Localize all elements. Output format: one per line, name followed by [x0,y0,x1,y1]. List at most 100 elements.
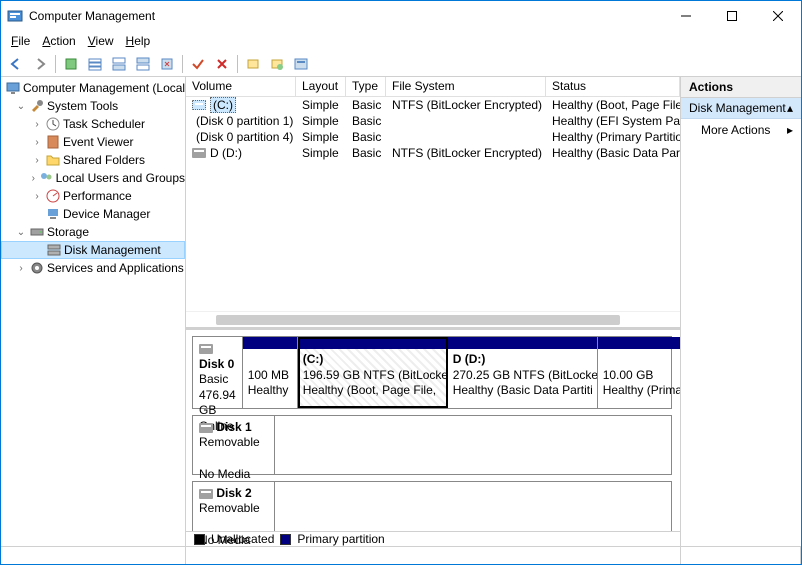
col-status[interactable]: Status [546,77,680,96]
partition-bar [243,337,297,349]
menu-bar: File Action View Help [1,31,801,51]
legend-label: Unallocated [211,532,274,546]
refresh-button[interactable] [60,53,82,75]
view-bottom-button[interactable] [132,53,154,75]
tree-device-manager[interactable]: Device Manager [1,205,185,223]
expand-icon[interactable]: › [15,263,27,274]
expand-icon[interactable]: › [31,155,43,166]
menu-action[interactable]: Action [36,32,81,50]
partition[interactable]: 100 MBHealthy [243,337,298,408]
tree-services[interactable]: › Services and Applications [1,259,185,277]
perf-icon [45,188,61,204]
volume-row[interactable]: (Disk 0 partition 1) Simple Basic Health… [186,113,680,129]
legend-swatch-unallocated [194,534,205,545]
col-type[interactable]: Type [346,77,386,96]
book-icon [45,134,61,150]
close-button[interactable] [755,1,801,31]
disk-empty [275,482,671,531]
delete-button[interactable] [211,53,233,75]
actions-pane: Actions Disk Management ▴ More Actions ▸ [681,77,801,546]
computer-icon [5,80,21,96]
expand-icon[interactable]: › [31,191,43,202]
partition-bar [598,337,680,349]
status-bar [1,546,801,564]
tree-shared-folders[interactable]: › Shared Folders [1,151,185,169]
tree-task-scheduler[interactable]: › Task Scheduler [1,115,185,133]
disk-icon [46,242,62,258]
view-top-button[interactable] [108,53,130,75]
disk-icon [199,344,213,354]
window-root: Computer Management File Action View Hel… [0,0,802,565]
disk-row: Disk 0 Basic 476.94 GB Online 100 MBHeal… [192,336,672,409]
tree-system-tools[interactable]: ⌄ System Tools [1,97,185,115]
minimize-button[interactable] [663,1,709,31]
volume-list: (C:) Simple Basic NTFS (BitLocker Encryp… [186,97,680,327]
legend-swatch-primary [280,534,291,545]
col-volume[interactable]: Volume [186,77,296,96]
tree-root[interactable]: Computer Management (Local [1,79,185,97]
nav-tree: Computer Management (Local ⌄ System Tool… [1,77,186,546]
disk-label[interactable]: Disk 1 Removable No Media [193,416,275,474]
partition-c[interactable]: (C:)196.59 GB NTFS (BitLockeHealthy (Boo… [298,337,448,408]
window-title: Computer Management [29,9,663,23]
menu-help[interactable]: Help [120,32,157,50]
disk-empty [275,416,671,474]
partition-d[interactable]: D (D:)270.25 GB NTFS (BitLockeHealthy (B… [448,337,598,408]
expand-icon[interactable]: › [31,137,43,148]
maximize-button[interactable] [709,1,755,31]
tree-performance[interactable]: › Performance [1,187,185,205]
disk-label[interactable]: Disk 2 Removable No Media [193,482,275,531]
actions-node[interactable]: Disk Management ▴ [681,98,801,119]
partition[interactable]: 10.00 GBHealthy (Primary P [598,337,680,408]
volume-row[interactable]: (Disk 0 partition 4) Simple Basic Health… [186,129,680,145]
expand-icon[interactable]: › [31,119,43,130]
settings-button[interactable] [156,53,178,75]
expand-icon[interactable]: ⌄ [15,227,27,238]
tree-local-users[interactable]: › Local Users and Groups [1,169,185,187]
expand-icon[interactable]: ⌄ [15,101,27,112]
collapse-icon: ▴ [787,101,793,115]
toolbar-separator [237,55,238,73]
drive-icon [192,148,206,158]
main-area: Computer Management (Local ⌄ System Tool… [1,77,801,546]
clock-icon [45,116,61,132]
properties-button[interactable] [266,53,288,75]
nav-forward-button[interactable] [29,53,51,75]
volume-header: Volume Layout Type File System Status [186,77,680,97]
disk-row: Disk 2 Removable No Media [192,481,672,531]
nav-back-button[interactable] [5,53,27,75]
help-button[interactable] [290,53,312,75]
tree-storage[interactable]: ⌄ Storage [1,223,185,241]
title-bar: Computer Management [1,1,801,31]
col-fs[interactable]: File System [386,77,546,96]
toolbar [1,51,801,77]
tools-icon [29,98,45,114]
expand-icon[interactable]: › [31,173,36,184]
device-icon [45,206,61,222]
col-layout[interactable]: Layout [296,77,346,96]
rescan-button[interactable] [242,53,264,75]
drive-icon [192,100,206,110]
folder-icon [45,152,61,168]
center-pane: Volume Layout Type File System Status (C… [186,77,681,546]
menu-file[interactable]: File [5,32,36,50]
tree-disk-management[interactable]: Disk Management [1,241,185,259]
disk-row: Disk 1 Removable No Media [192,415,672,475]
actions-more[interactable]: More Actions ▸ [681,119,801,141]
horizontal-scrollbar[interactable] [186,311,680,327]
disk-label[interactable]: Disk 0 Basic 476.94 GB Online [193,337,243,408]
volume-row[interactable]: (C:) Simple Basic NTFS (BitLocker Encryp… [186,97,680,113]
tree-event-viewer[interactable]: › Event Viewer [1,133,185,151]
app-icon [7,8,23,24]
menu-view[interactable]: View [82,32,120,50]
users-icon [38,170,54,186]
toolbar-separator [55,55,56,73]
disk-icon [199,489,213,499]
view-list-button[interactable] [84,53,106,75]
partition-bar [448,337,597,349]
storage-icon [29,224,45,240]
toolbar-separator [182,55,183,73]
services-icon [29,260,45,276]
volume-row[interactable]: D (D:) Simple Basic NTFS (BitLocker Encr… [186,145,680,161]
check-button[interactable] [187,53,209,75]
